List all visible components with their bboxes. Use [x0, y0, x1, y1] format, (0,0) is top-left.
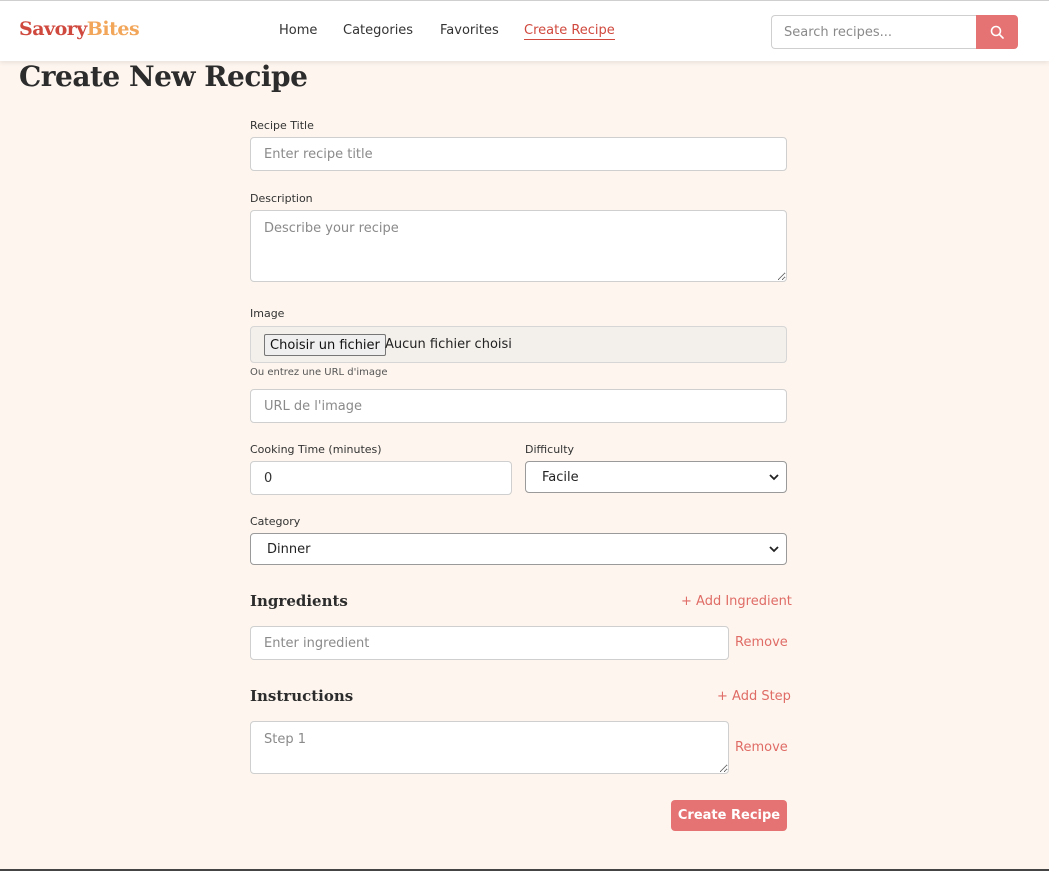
category-select[interactable]: Dinner [250, 533, 787, 565]
description-textarea[interactable] [250, 210, 787, 282]
file-status-text: Aucun fichier choisi [385, 337, 512, 352]
logo-part-savory: Savory [19, 18, 87, 40]
create-recipe-button[interactable]: Create Recipe [671, 800, 787, 831]
category-selected-value: Dinner [267, 542, 311, 557]
nav-home[interactable]: Home [279, 23, 317, 38]
image-url-hint: Ou entrez une URL d'image [250, 367, 388, 378]
chevron-down-icon [769, 546, 779, 553]
difficulty-selected-value: Facile [542, 470, 579, 485]
nav-create-recipe[interactable]: Create Recipe [524, 23, 615, 40]
remove-step-button[interactable]: Remove [735, 740, 788, 755]
cooking-time-label: Cooking Time (minutes) [250, 443, 382, 456]
cooking-time-input[interactable] [250, 461, 512, 495]
remove-ingredient-button[interactable]: Remove [735, 635, 788, 650]
image-url-input[interactable] [250, 389, 787, 423]
choose-file-button[interactable]: Choisir un fichier [264, 334, 386, 356]
ingredients-heading: Ingredients [250, 592, 348, 610]
description-label: Description [250, 192, 313, 205]
ingredient-input[interactable] [250, 626, 729, 660]
nav-categories[interactable]: Categories [343, 23, 413, 38]
logo[interactable]: SavoryBites [19, 18, 140, 40]
top-navbar: SavoryBites Home Categories Favorites Cr… [0, 0, 1049, 61]
recipe-title-label: Recipe Title [250, 119, 314, 132]
add-ingredient-button[interactable]: + Add Ingredient [681, 594, 792, 609]
recipe-title-input[interactable] [250, 137, 787, 171]
search-input[interactable] [771, 15, 976, 49]
image-label: Image [250, 307, 285, 320]
logo-part-bites: Bites [86, 18, 140, 40]
image-file-input[interactable]: Choisir un fichier Aucun fichier choisi [250, 326, 787, 363]
difficulty-select[interactable]: Facile [525, 461, 787, 493]
page-title: Create New Recipe [19, 60, 308, 93]
category-label: Category [250, 515, 301, 528]
difficulty-label: Difficulty [525, 443, 575, 456]
search-button[interactable] [976, 15, 1018, 49]
nav-favorites[interactable]: Favorites [440, 23, 499, 38]
instructions-heading: Instructions [250, 687, 354, 705]
add-step-button[interactable]: + Add Step [717, 689, 791, 704]
chevron-down-icon [769, 474, 779, 481]
step-textarea[interactable] [250, 721, 729, 774]
search-icon [990, 25, 1004, 39]
